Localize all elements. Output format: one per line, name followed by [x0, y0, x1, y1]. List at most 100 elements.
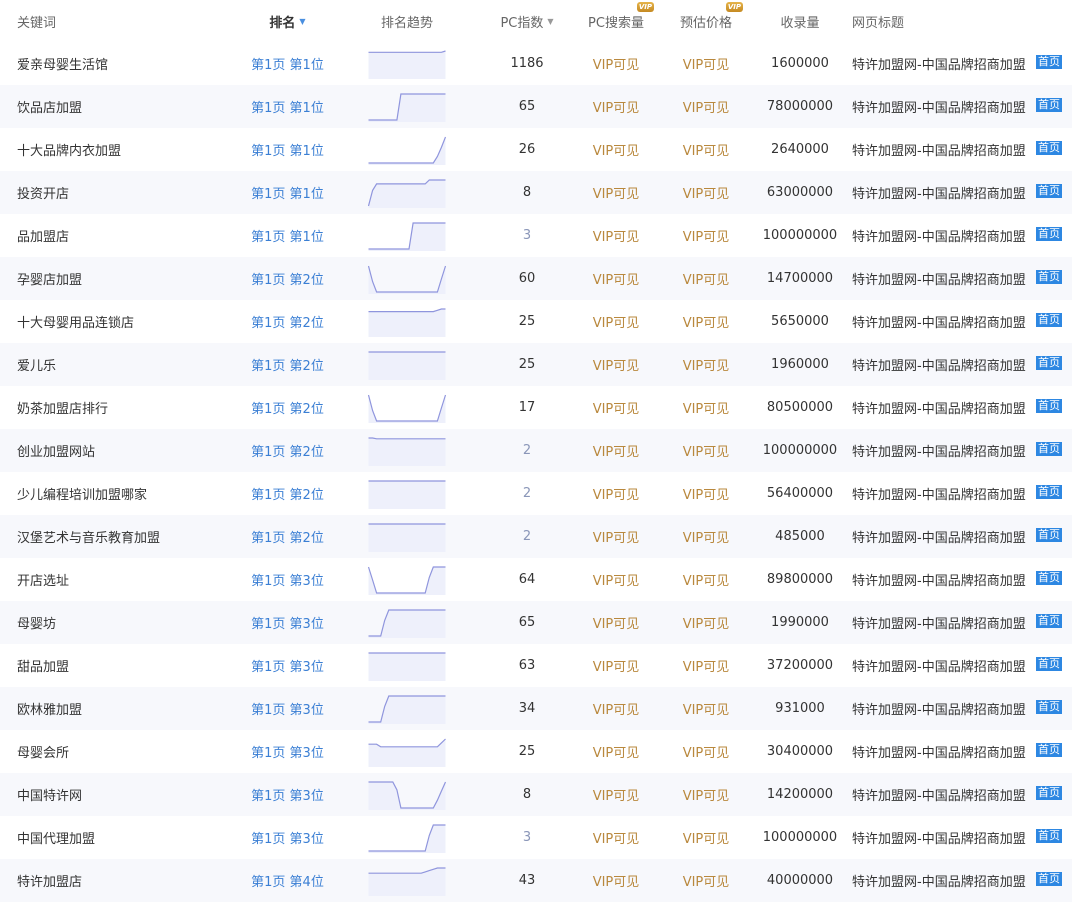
est-price-vip[interactable]: VIP可见 — [668, 429, 744, 472]
est-price-vip[interactable]: VIP可见 — [668, 85, 744, 128]
page-title-link[interactable]: 特许加盟网-中国品牌招商加盟 首页 — [852, 859, 1072, 902]
rank-link[interactable]: 第1页 第3位 — [240, 730, 335, 773]
pc-search-vip[interactable]: VIP可见 — [578, 214, 654, 257]
est-price-vip[interactable]: VIP可见 — [668, 42, 744, 85]
pc-search-vip[interactable]: VIP可见 — [578, 558, 654, 601]
keyword-link[interactable]: 汉堡艺术与音乐教育加盟 — [17, 515, 237, 558]
pc-search-vip[interactable]: VIP可见 — [578, 85, 654, 128]
keyword-link[interactable]: 品加盟店 — [17, 214, 237, 257]
page-title-link[interactable]: 特许加盟网-中国品牌招商加盟 首页 — [852, 601, 1072, 644]
est-price-vip[interactable]: VIP可见 — [668, 386, 744, 429]
sort-icon[interactable]: ▼ — [547, 17, 553, 26]
pc-search-vip[interactable]: VIP可见 — [578, 343, 654, 386]
page-title-link[interactable]: 特许加盟网-中国品牌招商加盟 首页 — [852, 42, 1072, 85]
pc-search-vip[interactable]: VIP可见 — [578, 730, 654, 773]
page-title-link[interactable]: 特许加盟网-中国品牌招商加盟 首页 — [852, 171, 1072, 214]
pc-search-vip[interactable]: VIP可见 — [578, 128, 654, 171]
rank-link[interactable]: 第1页 第1位 — [240, 85, 335, 128]
keyword-link[interactable]: 奶茶加盟店排行 — [17, 386, 237, 429]
est-price-vip[interactable]: VIP可见 — [668, 343, 744, 386]
est-price-vip[interactable]: VIP可见 — [668, 300, 744, 343]
est-price-vip[interactable]: VIP可见 — [668, 472, 744, 515]
keyword-link[interactable]: 特许加盟店 — [17, 859, 237, 902]
rank-link[interactable]: 第1页 第3位 — [240, 816, 335, 859]
page-title-link[interactable]: 特许加盟网-中国品牌招商加盟 首页 — [852, 773, 1072, 816]
est-price-vip[interactable]: VIP可见 — [668, 257, 744, 300]
page-title-link[interactable]: 特许加盟网-中国品牌招商加盟 首页 — [852, 386, 1072, 429]
pc-search-vip[interactable]: VIP可见 — [578, 300, 654, 343]
rank-link[interactable]: 第1页 第1位 — [240, 171, 335, 214]
pc-search-vip[interactable]: VIP可见 — [578, 601, 654, 644]
rank-link[interactable]: 第1页 第2位 — [240, 429, 335, 472]
pc-search-vip[interactable]: VIP可见 — [578, 42, 654, 85]
keyword-link[interactable]: 十大品牌内衣加盟 — [17, 128, 237, 171]
keyword-link[interactable]: 甜品加盟 — [17, 644, 237, 687]
est-price-vip[interactable]: VIP可见 — [668, 128, 744, 171]
est-price-vip[interactable]: VIP可见 — [668, 214, 744, 257]
pc-search-vip[interactable]: VIP可见 — [578, 472, 654, 515]
pc-search-vip[interactable]: VIP可见 — [578, 859, 654, 902]
est-price-vip[interactable]: VIP可见 — [668, 558, 744, 601]
est-price-vip[interactable]: VIP可见 — [668, 601, 744, 644]
page-title-link[interactable]: 特许加盟网-中国品牌招商加盟 首页 — [852, 730, 1072, 773]
page-title-link[interactable]: 特许加盟网-中国品牌招商加盟 首页 — [852, 85, 1072, 128]
keyword-link[interactable]: 母婴坊 — [17, 601, 237, 644]
header-pc-index-sort[interactable]: PC指数 ▼ — [492, 0, 562, 42]
rank-link[interactable]: 第1页 第3位 — [240, 558, 335, 601]
keyword-link[interactable]: 开店选址 — [17, 558, 237, 601]
rank-link[interactable]: 第1页 第1位 — [240, 214, 335, 257]
pc-search-vip[interactable]: VIP可见 — [578, 687, 654, 730]
pc-search-vip[interactable]: VIP可见 — [578, 773, 654, 816]
keyword-link[interactable]: 孕婴店加盟 — [17, 257, 237, 300]
page-title-link[interactable]: 特许加盟网-中国品牌招商加盟 首页 — [852, 558, 1072, 601]
rank-link[interactable]: 第1页 第1位 — [240, 128, 335, 171]
page-title-link[interactable]: 特许加盟网-中国品牌招商加盟 首页 — [852, 214, 1072, 257]
est-price-vip[interactable]: VIP可见 — [668, 859, 744, 902]
rank-link[interactable]: 第1页 第2位 — [240, 300, 335, 343]
rank-link[interactable]: 第1页 第2位 — [240, 343, 335, 386]
page-title-link[interactable]: 特许加盟网-中国品牌招商加盟 首页 — [852, 644, 1072, 687]
page-title-link[interactable]: 特许加盟网-中国品牌招商加盟 首页 — [852, 257, 1072, 300]
header-rank-sort[interactable]: 排名 ▼ — [240, 0, 335, 42]
rank-link[interactable]: 第1页 第2位 — [240, 472, 335, 515]
est-price-vip[interactable]: VIP可见 — [668, 515, 744, 558]
page-title-link[interactable]: 特许加盟网-中国品牌招商加盟 首页 — [852, 429, 1072, 472]
keyword-link[interactable]: 母婴会所 — [17, 730, 237, 773]
rank-link[interactable]: 第1页 第3位 — [240, 687, 335, 730]
rank-link[interactable]: 第1页 第4位 — [240, 859, 335, 902]
est-price-vip[interactable]: VIP可见 — [668, 730, 744, 773]
est-price-vip[interactable]: VIP可见 — [668, 687, 744, 730]
page-title-link[interactable]: 特许加盟网-中国品牌招商加盟 首页 — [852, 816, 1072, 859]
keyword-link[interactable]: 爱亲母婴生活馆 — [17, 42, 237, 85]
page-title-link[interactable]: 特许加盟网-中国品牌招商加盟 首页 — [852, 472, 1072, 515]
sort-desc-icon[interactable]: ▼ — [299, 17, 305, 26]
rank-link[interactable]: 第1页 第2位 — [240, 386, 335, 429]
rank-link[interactable]: 第1页 第3位 — [240, 773, 335, 816]
pc-search-vip[interactable]: VIP可见 — [578, 515, 654, 558]
rank-link[interactable]: 第1页 第1位 — [240, 42, 335, 85]
rank-link[interactable]: 第1页 第3位 — [240, 644, 335, 687]
est-price-vip[interactable]: VIP可见 — [668, 773, 744, 816]
page-title-link[interactable]: 特许加盟网-中国品牌招商加盟 首页 — [852, 128, 1072, 171]
keyword-link[interactable]: 十大母婴用品连锁店 — [17, 300, 237, 343]
page-title-link[interactable]: 特许加盟网-中国品牌招商加盟 首页 — [852, 515, 1072, 558]
keyword-link[interactable]: 欧林雅加盟 — [17, 687, 237, 730]
keyword-link[interactable]: 少儿编程培训加盟哪家 — [17, 472, 237, 515]
keyword-link[interactable]: 创业加盟网站 — [17, 429, 237, 472]
pc-search-vip[interactable]: VIP可见 — [578, 644, 654, 687]
page-title-link[interactable]: 特许加盟网-中国品牌招商加盟 首页 — [852, 300, 1072, 343]
rank-link[interactable]: 第1页 第3位 — [240, 601, 335, 644]
pc-search-vip[interactable]: VIP可见 — [578, 429, 654, 472]
keyword-link[interactable]: 饮品店加盟 — [17, 85, 237, 128]
keyword-link[interactable]: 爱儿乐 — [17, 343, 237, 386]
keyword-link[interactable]: 中国代理加盟 — [17, 816, 237, 859]
rank-link[interactable]: 第1页 第2位 — [240, 515, 335, 558]
est-price-vip[interactable]: VIP可见 — [668, 816, 744, 859]
keyword-link[interactable]: 中国特许网 — [17, 773, 237, 816]
keyword-link[interactable]: 投资开店 — [17, 171, 237, 214]
pc-search-vip[interactable]: VIP可见 — [578, 386, 654, 429]
pc-search-vip[interactable]: VIP可见 — [578, 257, 654, 300]
rank-link[interactable]: 第1页 第2位 — [240, 257, 335, 300]
est-price-vip[interactable]: VIP可见 — [668, 644, 744, 687]
pc-search-vip[interactable]: VIP可见 — [578, 816, 654, 859]
